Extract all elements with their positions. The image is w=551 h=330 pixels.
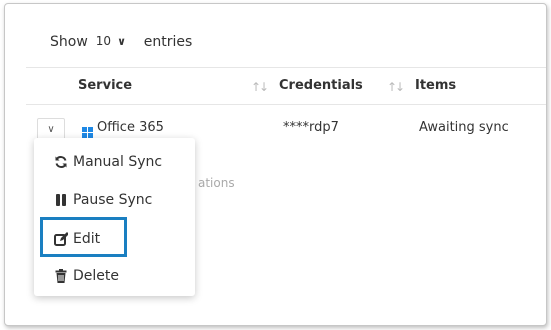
sort-icon[interactable]: ↑↓ bbox=[251, 80, 269, 94]
menu-item-label: Manual Sync bbox=[73, 154, 163, 170]
menu-item-pause-sync[interactable]: Pause Sync bbox=[54, 192, 152, 208]
partial-row-text: ations bbox=[198, 176, 235, 190]
menu-item-delete[interactable]: Delete bbox=[54, 268, 119, 284]
entries-select-value: 10 bbox=[95, 34, 112, 48]
column-header-items[interactable]: Items bbox=[415, 78, 456, 93]
edit-highlight-box bbox=[40, 217, 127, 257]
menu-item-label: Delete bbox=[73, 268, 119, 284]
entries-label: entries bbox=[143, 33, 193, 50]
column-header-credentials[interactable]: Credentials bbox=[279, 78, 363, 93]
chevron-down-icon: ∨ bbox=[47, 123, 55, 135]
chevron-down-icon: ∨ bbox=[117, 34, 126, 48]
windows-logo-icon bbox=[82, 127, 93, 138]
column-header-service[interactable]: Service bbox=[78, 78, 132, 93]
entries-select[interactable]: 10 ∨ bbox=[96, 31, 136, 52]
sort-icon[interactable]: ↑↓ bbox=[387, 80, 405, 94]
menu-item-manual-sync[interactable]: Manual Sync bbox=[54, 154, 162, 170]
credentials-cell: ****rdp7 bbox=[283, 120, 339, 135]
trash-icon bbox=[54, 269, 68, 283]
items-cell: Awaiting sync bbox=[419, 120, 509, 135]
refresh-icon bbox=[54, 155, 68, 169]
service-cell: Office 365 bbox=[82, 120, 164, 138]
menu-item-label: Pause Sync bbox=[73, 192, 153, 208]
row-actions-toggle[interactable]: ∨ bbox=[37, 118, 65, 140]
pause-icon bbox=[54, 193, 68, 207]
length-menu: Show 10 ∨ entries bbox=[50, 31, 192, 52]
table-header: Service ↑↓ Credentials ↑↓ Items bbox=[26, 67, 546, 105]
show-label: Show bbox=[50, 33, 88, 50]
service-name: Office 365 bbox=[97, 120, 164, 135]
